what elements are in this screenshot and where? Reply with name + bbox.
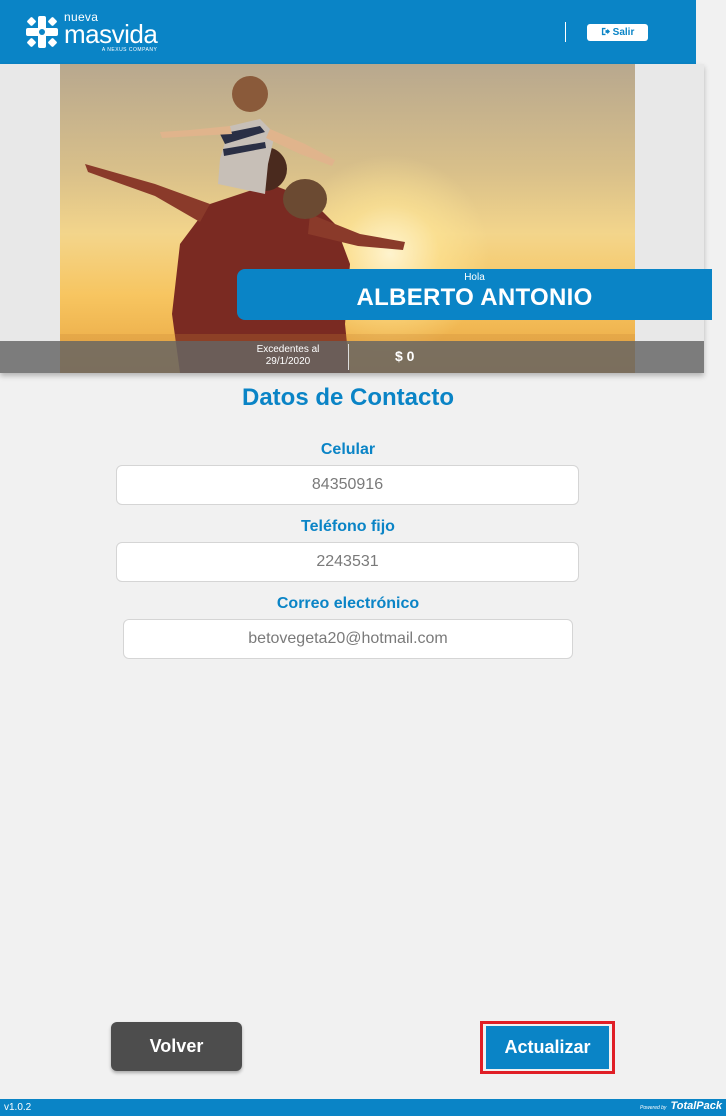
app-header: nueva masvida A NEXUS COMPANY Salir [0, 0, 696, 64]
sign-out-icon [601, 27, 610, 39]
header-gap [696, 0, 726, 64]
cross-logo-icon [24, 14, 60, 50]
telefono-label: Teléfono fijo [301, 518, 395, 535]
correo-label: Correo electrónico [276, 595, 420, 612]
logo-big-text: masvida [64, 19, 158, 49]
excedentes-date: 29/1/2020 [265, 356, 311, 367]
app-footer: v1.0.2 Powered by TotalPack [0, 1099, 726, 1116]
excedentes-bar: Excedentes al 29/1/2020 $ 0 [0, 341, 704, 373]
telefono-input[interactable]: 2243531 [116, 542, 579, 582]
hero-banner [0, 64, 704, 373]
excedentes-divider [348, 344, 349, 370]
version-label: v1.0.2 [4, 1102, 32, 1113]
greeting-text: Hola [464, 272, 485, 283]
excedentes-value: $ 0 [395, 348, 415, 364]
page-title: Datos de Contacto [241, 384, 454, 411]
totalpack-brand: TotalPack [670, 1100, 722, 1112]
back-button[interactable]: Volver [111, 1022, 242, 1071]
family-silhouette [60, 76, 635, 373]
update-button[interactable]: Actualizar [486, 1026, 609, 1069]
excedentes-label: Excedentes al 29/1/2020 [243, 344, 333, 368]
powered-by-text: Powered by [640, 1105, 667, 1111]
user-name: ALBERTO ANTONIO [356, 284, 593, 311]
user-greeting-card: Hola ALBERTO ANTONIO [237, 269, 712, 320]
logout-label: Salir [612, 27, 635, 38]
brand-logo: nueva masvida A NEXUS COMPANY [24, 11, 158, 53]
correo-input[interactable]: betovegeta20@hotmail.com [123, 619, 573, 659]
family-photo [60, 64, 635, 373]
powered-by: Powered by TotalPack [640, 1100, 722, 1112]
excedentes-label-text: Excedentes al [256, 344, 320, 355]
header-divider [565, 22, 566, 42]
logo-tagline: A NEXUS COMPANY [101, 47, 158, 53]
celular-label: Celular [320, 441, 376, 458]
logout-button[interactable]: Salir [587, 24, 648, 41]
celular-input[interactable]: 84350916 [116, 465, 579, 505]
